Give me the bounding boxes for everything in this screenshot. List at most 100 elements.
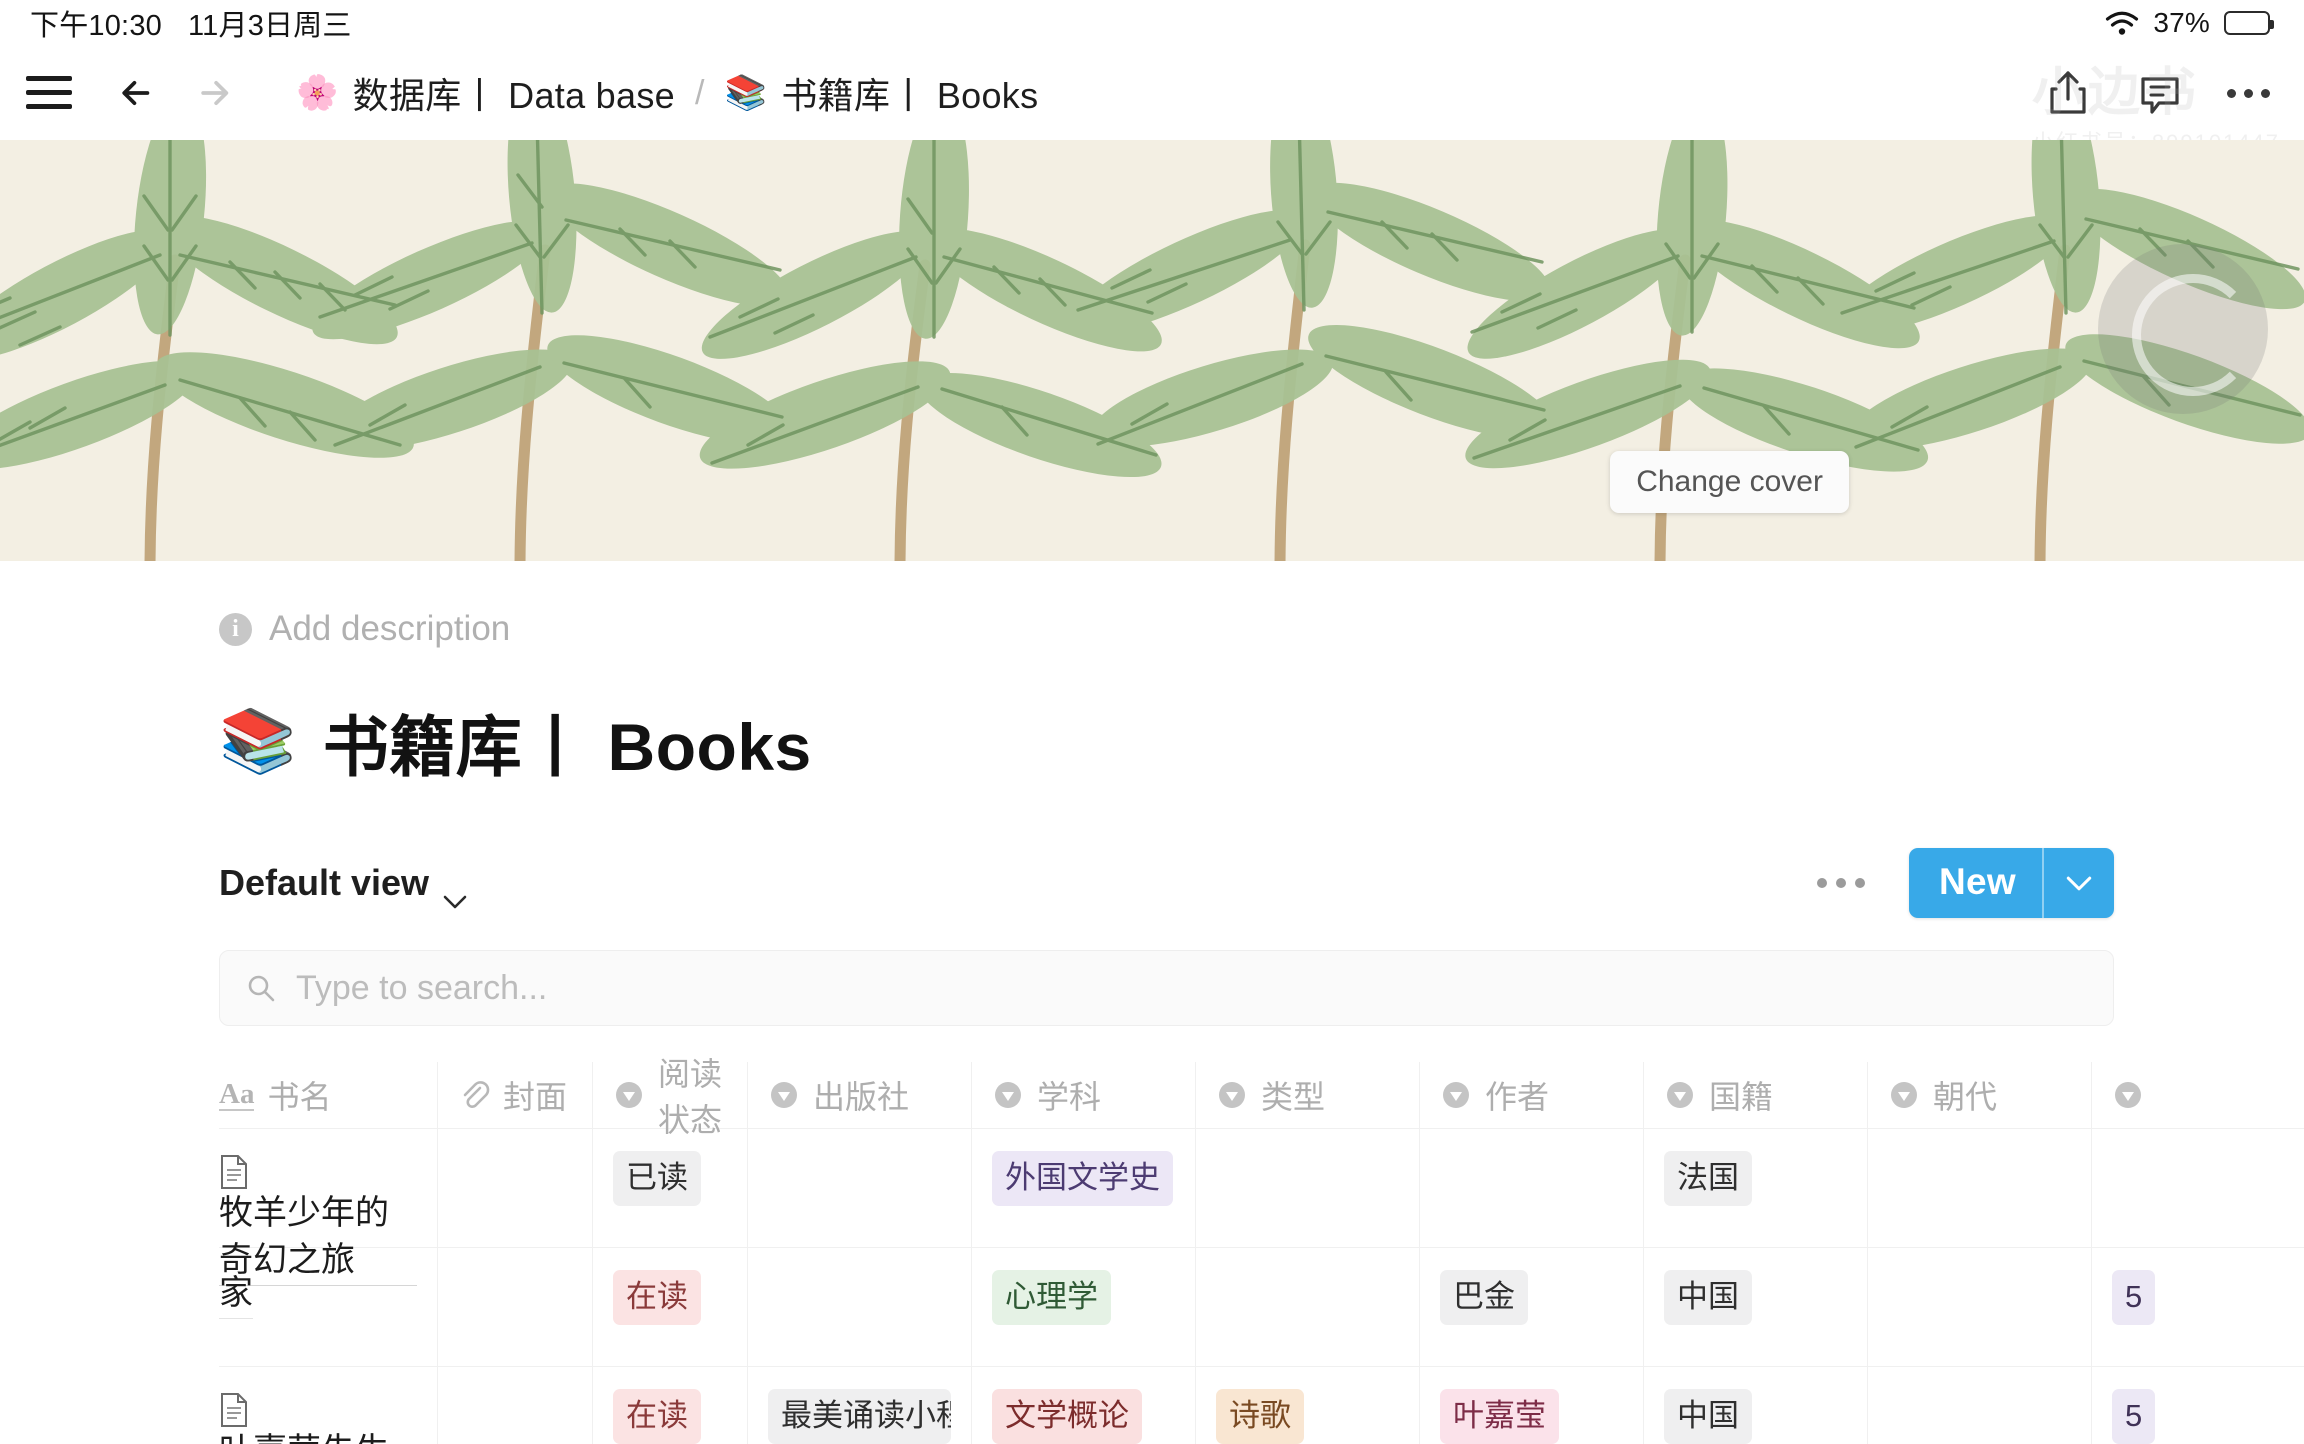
breadcrumb-item-books[interactable]: 📚 书籍库丨 Books bbox=[725, 67, 1039, 119]
cell-author[interactable]: 巴金 bbox=[1420, 1248, 1644, 1366]
share-icon[interactable] bbox=[2043, 68, 2093, 118]
cell-cover[interactable] bbox=[438, 1129, 593, 1247]
hamburger-menu-icon[interactable] bbox=[26, 76, 72, 110]
cell-status[interactable]: 在读 bbox=[593, 1248, 748, 1366]
column-header-status[interactable]: 阅读状态 bbox=[593, 1056, 748, 1138]
cell-extra[interactable]: 5 bbox=[2092, 1248, 2247, 1366]
column-header-cover-label: 封面 bbox=[503, 1079, 568, 1115]
select-down-icon bbox=[613, 1079, 645, 1111]
cell-nationality[interactable]: 法国 bbox=[1644, 1129, 1868, 1247]
table-body: 牧羊少年的奇幻之旅 已读 外国文学史 法国 家 在读 心理学 巴金 中国 5 在… bbox=[219, 1129, 2304, 1444]
press-badge: 最美诵读小程 bbox=[768, 1389, 951, 1444]
more-horizontal-icon[interactable] bbox=[2227, 68, 2270, 118]
new-button-label: New bbox=[1939, 861, 2016, 902]
cell-nationality[interactable]: 中国 bbox=[1644, 1248, 1868, 1366]
cell-type[interactable] bbox=[1196, 1129, 1420, 1247]
view-selector[interactable]: Default view bbox=[219, 862, 467, 909]
cell-dynasty[interactable] bbox=[1868, 1129, 2092, 1247]
column-header-name[interactable]: Aa 书名 bbox=[219, 1062, 438, 1128]
column-header-nationality[interactable]: 国籍 bbox=[1644, 1062, 1868, 1128]
cell-name-text: 叶嘉莹先生讲诗词 bbox=[219, 1428, 417, 1444]
column-header-dynasty[interactable]: 朝代 bbox=[1868, 1062, 2092, 1128]
author-badge: 巴金 bbox=[1440, 1270, 1528, 1325]
info-icon: i bbox=[219, 612, 252, 646]
navbar-actions bbox=[2043, 68, 2276, 118]
column-header-dynasty-label: 朝代 bbox=[1933, 1079, 1998, 1115]
status-bar-left: 下午10:30 11月3日周三 bbox=[30, 2, 352, 44]
column-header-nationality-label: 国籍 bbox=[1709, 1079, 1774, 1115]
cell-subject[interactable]: 外国文学史 bbox=[972, 1129, 1196, 1247]
column-header-press-label: 出版社 bbox=[813, 1079, 910, 1115]
new-button[interactable]: New bbox=[1909, 848, 2114, 918]
cover-image[interactable]: Change cover bbox=[0, 140, 2304, 561]
chevron-down-icon bbox=[443, 876, 467, 909]
cell-cover[interactable] bbox=[438, 1248, 593, 1366]
status-time: 下午10:30 bbox=[30, 10, 162, 42]
table-row[interactable]: 叶嘉莹先生讲诗词 在读 最美诵读小程 文学概论 诗歌 bbox=[219, 1367, 2304, 1444]
status-badge: 在读 bbox=[613, 1389, 701, 1444]
back-button[interactable] bbox=[112, 69, 168, 117]
cell-press[interactable] bbox=[748, 1248, 972, 1366]
column-header-type[interactable]: 类型 bbox=[1196, 1062, 1420, 1128]
table-header-row: Aa 书名 封面 阅读状态 出版社 学科 类型 作者 国籍 朝代 bbox=[219, 1056, 2304, 1138]
select-down-icon bbox=[1888, 1079, 1920, 1111]
column-header-author[interactable]: 作者 bbox=[1420, 1062, 1644, 1128]
cell-dynasty[interactable] bbox=[1868, 1248, 2092, 1366]
change-cover-button[interactable]: Change cover bbox=[1610, 451, 1849, 513]
breadcrumb-label-books: 书籍库丨 Books bbox=[781, 75, 1039, 116]
cell-press[interactable] bbox=[748, 1129, 972, 1247]
search-input[interactable]: Type to search... bbox=[296, 969, 547, 1008]
cell-cover[interactable] bbox=[438, 1367, 593, 1444]
page-title[interactable]: 📚 书籍库丨 Books bbox=[219, 694, 2304, 790]
cell-nationality[interactable]: 中国 bbox=[1644, 1367, 1868, 1444]
cell-type[interactable] bbox=[1196, 1248, 1420, 1366]
wifi-icon bbox=[2105, 10, 2139, 36]
document-icon bbox=[219, 1392, 249, 1428]
search-bar[interactable]: Type to search... bbox=[219, 950, 2114, 1026]
breadcrumb-item-database[interactable]: 🌸 数据库丨 Data base bbox=[296, 67, 675, 119]
new-button-dropdown[interactable] bbox=[2042, 848, 2114, 918]
add-description-button[interactable]: i Add description bbox=[219, 609, 2304, 649]
view-selector-label: Default view bbox=[219, 862, 430, 903]
add-description-label: Add description bbox=[269, 609, 511, 648]
cell-status[interactable]: 已读 bbox=[593, 1129, 748, 1247]
cell-dynasty[interactable] bbox=[1868, 1367, 2092, 1444]
select-down-icon bbox=[1440, 1079, 1472, 1111]
column-header-press[interactable]: 出版社 bbox=[748, 1062, 972, 1128]
cell-extra[interactable] bbox=[2092, 1129, 2247, 1247]
page-content: i Add description 📚 书籍库丨 Books Default v… bbox=[0, 609, 2304, 1444]
nationality-badge: 法国 bbox=[1664, 1151, 1752, 1206]
status-badge: 已读 bbox=[613, 1151, 701, 1206]
cell-author[interactable] bbox=[1420, 1129, 1644, 1247]
comment-icon[interactable] bbox=[2135, 68, 2185, 118]
page-body: i Add description 📚 书籍库丨 Books Default v… bbox=[0, 609, 2304, 1444]
subject-badge: 外国文学史 bbox=[992, 1151, 1173, 1206]
cell-extra[interactable]: 5 bbox=[2092, 1367, 2247, 1444]
cell-name[interactable]: 家 bbox=[219, 1248, 438, 1366]
view-more-icon[interactable] bbox=[1817, 878, 1866, 888]
column-header-status-label: 阅读状态 bbox=[658, 1056, 723, 1138]
table-row[interactable]: 牧羊少年的奇幻之旅 已读 外国文学史 法国 bbox=[219, 1129, 2304, 1286]
status-date: 11月3日周三 bbox=[187, 10, 352, 42]
cell-name[interactable]: 牧羊少年的奇幻之旅 bbox=[219, 1129, 438, 1286]
column-header-type-label: 类型 bbox=[1261, 1079, 1326, 1115]
cell-status[interactable]: 在读 bbox=[593, 1367, 748, 1444]
cell-author[interactable]: 叶嘉莹 bbox=[1420, 1367, 1644, 1444]
cell-subject[interactable]: 文学概论 bbox=[972, 1367, 1196, 1444]
cell-subject[interactable]: 心理学 bbox=[972, 1248, 1196, 1366]
column-header-subject-label: 学科 bbox=[1037, 1079, 1102, 1115]
forward-button[interactable] bbox=[190, 69, 246, 117]
breadcrumb-separator: / bbox=[694, 73, 705, 112]
author-badge: 叶嘉莹 bbox=[1440, 1389, 1559, 1444]
cell-type[interactable]: 诗歌 bbox=[1196, 1367, 1420, 1444]
cell-press[interactable]: 最美诵读小程 bbox=[748, 1367, 972, 1444]
nationality-badge: 中国 bbox=[1664, 1270, 1752, 1325]
column-header-extra[interactable] bbox=[2092, 1062, 2247, 1128]
battery-icon bbox=[2224, 11, 2274, 35]
column-header-cover[interactable]: 封面 bbox=[438, 1062, 593, 1128]
table-row[interactable]: 家 在读 心理学 巴金 中国 5 bbox=[219, 1248, 2304, 1367]
cherry-blossom-emoji: 🌸 bbox=[296, 74, 339, 112]
cell-name[interactable]: 叶嘉莹先生讲诗词 bbox=[219, 1367, 438, 1444]
battery-percent: 37% bbox=[2153, 7, 2210, 38]
column-header-subject[interactable]: 学科 bbox=[972, 1062, 1196, 1128]
